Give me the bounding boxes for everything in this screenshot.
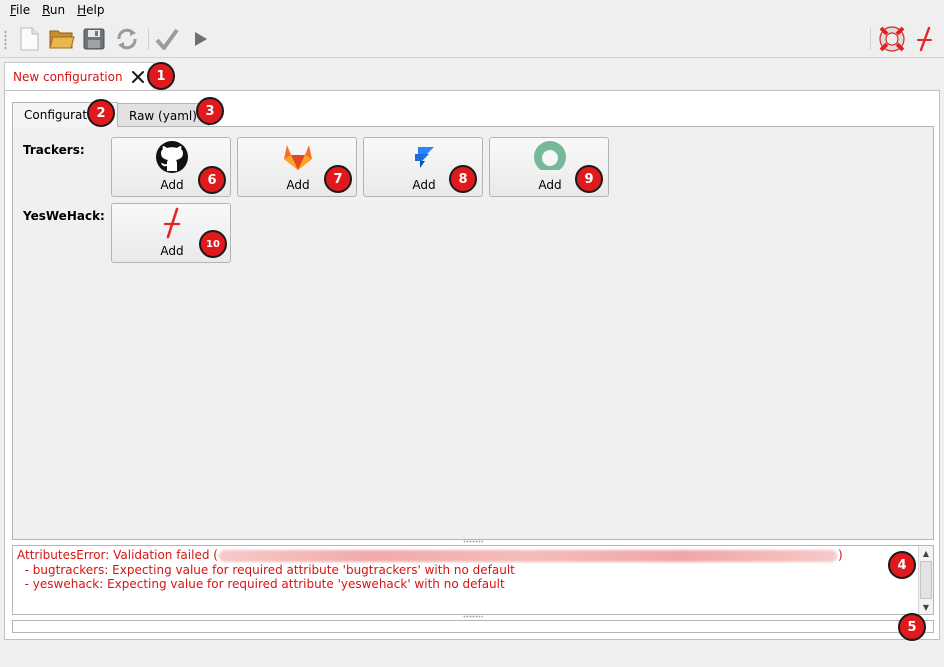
- status-bar: [12, 620, 934, 633]
- menu-file-rest: ile: [16, 3, 31, 17]
- marker-5: 5: [898, 613, 926, 641]
- run-play-icon: [195, 32, 207, 46]
- scroll-down-icon[interactable]: ▼: [919, 600, 933, 614]
- save-button[interactable]: [80, 25, 108, 53]
- open-button[interactable]: [48, 25, 76, 53]
- marker-2: 2: [87, 99, 115, 127]
- redmine-icon: [532, 141, 568, 174]
- gitlab-icon: [280, 141, 316, 173]
- log-scrollbar[interactable]: ▲ ▼: [918, 546, 933, 614]
- new-file-button[interactable]: [15, 25, 43, 53]
- menu-run-mnemonic: R: [42, 3, 50, 17]
- log-line-2: - bugtrackers: Expecting value for requi…: [17, 562, 515, 577]
- splitter-handle[interactable]: [463, 540, 483, 543]
- save-icon: [83, 28, 105, 50]
- splitter-handle-lower[interactable]: [463, 615, 483, 618]
- toolbar-separator-right: [870, 28, 871, 50]
- marker-9: 9: [575, 165, 603, 193]
- trackers-label: Trackers:: [23, 143, 85, 157]
- menu-help[interactable]: Help: [71, 0, 110, 20]
- marker-3: 3: [196, 97, 224, 125]
- menu-help-mnemonic: H: [77, 3, 87, 17]
- redacted-text: [218, 549, 837, 562]
- marker-1: 1: [147, 62, 175, 90]
- scroll-thumb[interactable]: [920, 561, 932, 599]
- menu-file[interactable]: File: [4, 0, 36, 20]
- toolbar: [0, 20, 944, 58]
- new-file-icon: [20, 27, 39, 51]
- menu-run-rest: un: [49, 3, 66, 17]
- run-button[interactable]: [187, 25, 215, 53]
- toolbar-grip[interactable]: [4, 30, 7, 50]
- lifebuoy-icon: [879, 26, 905, 52]
- validate-check-icon: [155, 28, 179, 50]
- error-log[interactable]: AttributesError: Validation failed () - …: [12, 545, 934, 615]
- marker-8: 8: [449, 165, 477, 193]
- log-line-1-suffix: ): [837, 548, 843, 562]
- jira-icon: [406, 141, 442, 173]
- toolbar-separator: [148, 28, 149, 50]
- reload-icon: [117, 28, 137, 50]
- validate-button[interactable]: [153, 25, 181, 53]
- yeswehack-label: YesWeHack:: [23, 209, 105, 223]
- yeswehack-icon: [154, 207, 190, 239]
- help-lifebuoy-button[interactable]: [878, 25, 906, 53]
- yeswehack-logo-icon: [917, 26, 932, 52]
- marker-4: 4: [888, 551, 916, 579]
- menu-bar: File Run Help: [0, 0, 944, 20]
- log-line-3: - yeswehack: Expecting value for require…: [17, 577, 505, 591]
- close-icon[interactable]: [131, 70, 145, 84]
- marker-10: 10: [199, 230, 227, 258]
- yeswehack-button[interactable]: [911, 25, 939, 53]
- log-line-1-prefix: AttributesError: Validation failed (: [17, 548, 218, 562]
- open-folder-icon: [49, 30, 75, 49]
- github-icon: [154, 141, 190, 173]
- tab-raw-yaml-label: Raw (yaml): [129, 108, 197, 123]
- marker-6: 6: [198, 166, 226, 194]
- tab-new-configuration[interactable]: New configuration: [4, 62, 154, 90]
- reload-button[interactable]: [113, 25, 141, 53]
- error-log-text: AttributesError: Validation failed () - …: [17, 548, 915, 592]
- marker-7: 7: [324, 165, 352, 193]
- menu-run[interactable]: Run: [36, 0, 71, 20]
- document-tab-label: New configuration: [13, 69, 123, 84]
- scroll-up-icon[interactable]: ▲: [919, 546, 933, 560]
- menu-help-rest: elp: [86, 3, 105, 17]
- tab-raw-yaml[interactable]: Raw (yaml): [117, 103, 209, 127]
